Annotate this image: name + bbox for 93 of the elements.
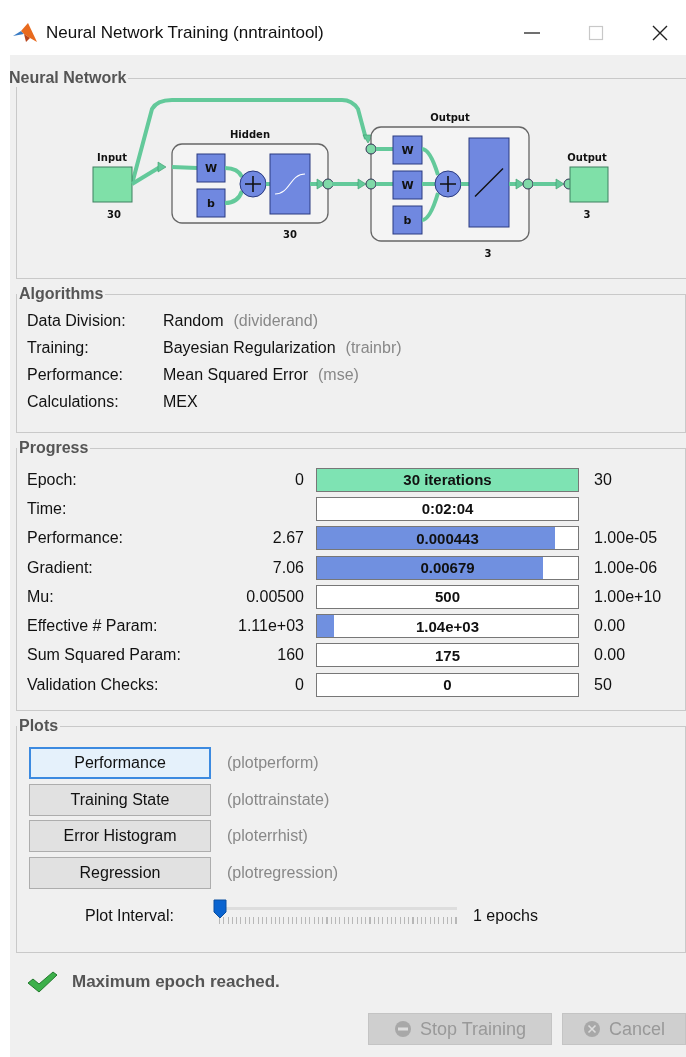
wire [421, 147, 440, 176]
target-value: 1.00e-05 [594, 529, 658, 548]
maximize-icon [587, 23, 605, 42]
function-name: (trainbr) [345, 338, 402, 357]
wire [421, 192, 440, 222]
start-value: 160 [276, 646, 304, 665]
panel-title: Algorithms [18, 285, 105, 303]
field-label: Gradient: [27, 558, 94, 577]
junction-dot [365, 143, 377, 155]
plot-button[interactable]: Training State [29, 783, 211, 816]
connection-arrow [509, 178, 525, 190]
status-message: Maximum epoch reached. [72, 972, 280, 992]
window-title: Neural Network Training (nntraintool) [46, 22, 325, 43]
progress-value: 1.04e+03 [416, 617, 479, 635]
start-value: 1.11e+03 [237, 617, 304, 636]
input-label: Input [97, 152, 127, 163]
start-value: 7.06 [271, 558, 304, 577]
layer-title: Output [430, 112, 470, 123]
function-name: (mse) [317, 365, 359, 384]
panel-title: Neural Network [8, 69, 128, 87]
junction-dot [365, 178, 377, 190]
input-size: 30 [107, 209, 121, 220]
check-icon [26, 970, 58, 994]
field-label: Performance: [27, 365, 125, 384]
plot-button[interactable]: Performance [29, 747, 211, 780]
start-value: 0 [294, 470, 304, 489]
plot-button[interactable]: Error Histogram [29, 820, 211, 853]
cancel-icon [583, 1020, 601, 1038]
field-value: Bayesian Regularization [163, 338, 336, 357]
function-name: (plotregression) [227, 864, 339, 883]
field-label: Time: [27, 499, 68, 518]
output-size: 3 [583, 209, 591, 220]
field-label: Performance: [27, 529, 125, 548]
field-value: Mean Squared Error [163, 365, 308, 384]
sum-node-icon [239, 170, 267, 198]
wire [224, 166, 244, 178]
bias-block: b [392, 205, 423, 235]
slider-reading: 1 epochs [473, 907, 538, 926]
sum-node-icon [434, 170, 462, 198]
slider-thumb[interactable] [213, 899, 227, 920]
input-node [92, 166, 133, 203]
field-label: Training: [27, 338, 90, 357]
close-icon [651, 23, 669, 42]
wire [422, 182, 435, 186]
field-label: Data Division: [27, 311, 127, 330]
function-name: (ploterrhist) [227, 827, 308, 846]
function-name: (plottrainstate) [227, 790, 330, 809]
function-name: (dividerand) [233, 311, 318, 330]
target-value: 1.00e-06 [594, 558, 658, 577]
target-value: 1.00e+10 [594, 587, 662, 606]
junction-dot [522, 178, 534, 190]
field-label: Mu: [27, 587, 55, 606]
wire [376, 147, 393, 151]
wire [224, 190, 244, 205]
stop-icon [393, 1020, 412, 1038]
function-name: (plotperform) [227, 754, 319, 773]
wire [171, 165, 198, 170]
target-value: 0.00 [594, 617, 626, 636]
layer-title: Hidden [230, 129, 270, 140]
junction-dot [322, 178, 334, 190]
weight-block: W [392, 135, 423, 165]
slider-label: Plot Interval: [85, 907, 175, 926]
layer-size: 30 [283, 229, 297, 240]
output-label: Output [567, 152, 607, 163]
target-value: 30 [594, 470, 612, 489]
progress-value: 30 iterations [403, 471, 492, 489]
matlab-logo-icon [12, 21, 38, 44]
plot-button[interactable]: Regression [29, 857, 211, 890]
progress-value: 0.00679 [420, 559, 475, 577]
field-value: Random [163, 311, 224, 330]
field-label: Calculations: [27, 392, 120, 411]
transfer-function-block [269, 153, 311, 215]
field-label: Epoch: [27, 470, 78, 489]
connection-arrow [533, 178, 565, 190]
layer-size: 3 [484, 248, 492, 259]
output-node [569, 166, 609, 203]
panel-title: Progress [18, 439, 90, 457]
wire [376, 182, 393, 186]
field-label: Validation Checks: [27, 675, 160, 694]
field-value: MEX [163, 392, 198, 411]
start-value: 0.00500 [245, 587, 304, 606]
start-value: 0 [294, 675, 304, 694]
field-label: Effective # Param: [27, 617, 159, 636]
weight-block: W [196, 153, 226, 183]
minimize-icon [524, 31, 540, 34]
field-label: Sum Squared Param: [27, 646, 182, 665]
bias-block: b [196, 188, 226, 218]
start-value: 2.67 [271, 529, 304, 548]
panel-title: Plots [18, 717, 60, 735]
target-value: 0.00 [594, 646, 626, 665]
progress-value: 0.000443 [416, 529, 479, 547]
weight-block: W [392, 170, 423, 200]
target-value: 50 [594, 675, 612, 694]
